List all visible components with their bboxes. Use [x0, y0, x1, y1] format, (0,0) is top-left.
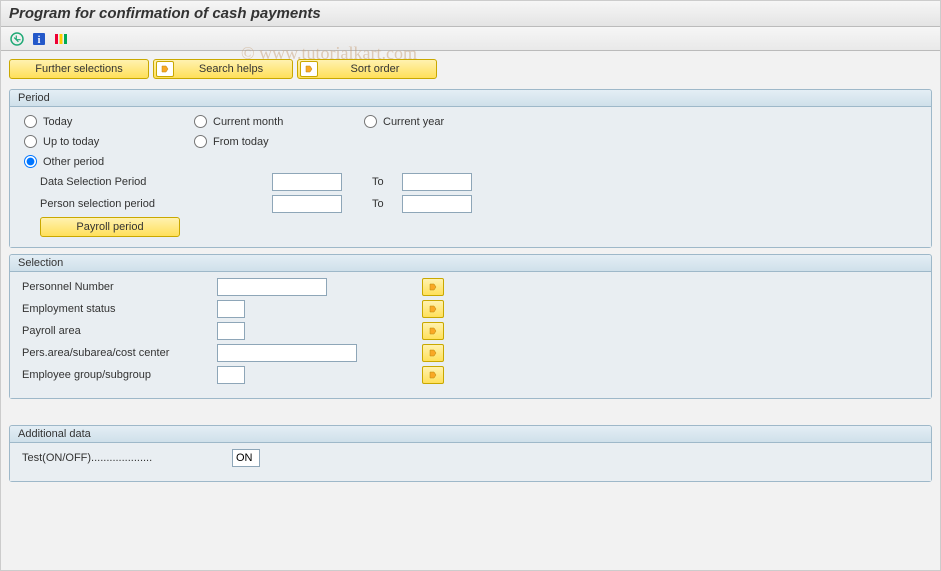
multi-select-button[interactable] — [422, 278, 444, 296]
multi-select-button[interactable] — [422, 322, 444, 340]
period-group: Period Today Current month Current year … — [9, 89, 932, 248]
pers-area-label: Pers.area/subarea/cost center — [22, 347, 217, 359]
app-window: Program for confirmation of cash payment… — [0, 0, 941, 571]
group-header: Period — [10, 90, 931, 107]
to-label: To — [342, 176, 402, 188]
group-header: Additional data — [10, 426, 931, 443]
payroll-area-label: Payroll area — [22, 325, 217, 337]
person-selection-from-input[interactable] — [272, 195, 342, 213]
employment-status-label: Employment status — [22, 303, 217, 315]
svg-text:i: i — [38, 35, 41, 46]
group-body: Test(ON/OFF).................... — [10, 443, 931, 481]
selection-row: Employee group/subgroup — [22, 366, 919, 384]
arrow-right-icon — [300, 61, 318, 77]
radio-label: Other period — [43, 156, 104, 168]
to-label: To — [342, 198, 402, 210]
selection-row: Pers.area/subarea/cost center — [22, 344, 919, 362]
radio-label: Current month — [213, 116, 283, 128]
page-title: Program for confirmation of cash payment… — [9, 5, 321, 22]
payroll-period-button[interactable]: Payroll period — [40, 217, 180, 237]
execute-icon[interactable] — [9, 31, 25, 47]
data-selection-from-input[interactable] — [272, 173, 342, 191]
multi-select-button[interactable] — [422, 344, 444, 362]
toolbar: i — [1, 27, 940, 51]
radio-from-today[interactable]: From today — [192, 133, 269, 150]
data-selection-period-label: Data Selection Period — [22, 176, 272, 188]
info-icon[interactable]: i — [31, 31, 47, 47]
person-selection-to-input[interactable] — [402, 195, 472, 213]
pers-area-input[interactable] — [217, 344, 357, 362]
button-label: Search helps — [199, 63, 263, 75]
title-bar: Program for confirmation of cash payment… — [1, 1, 940, 27]
radio-label: From today — [213, 136, 269, 148]
selection-row: Payroll area — [22, 322, 919, 340]
selection-row: Employment status — [22, 300, 919, 318]
employee-group-label: Employee group/subgroup — [22, 369, 217, 381]
radio-current-month[interactable]: Current month — [192, 113, 283, 130]
button-label: Further selections — [35, 63, 122, 75]
test-value-input[interactable] — [232, 449, 260, 467]
radio-other-period[interactable]: Other period — [22, 153, 104, 170]
button-label: Sort order — [351, 63, 400, 75]
selection-group: Selection Personnel Number Employment st… — [9, 254, 932, 399]
multi-select-button[interactable] — [422, 366, 444, 384]
employment-status-input[interactable] — [217, 300, 245, 318]
further-selections-button[interactable]: Further selections — [9, 59, 149, 79]
variant-icon[interactable] — [53, 31, 69, 47]
multi-select-button[interactable] — [422, 300, 444, 318]
employee-group-input[interactable] — [217, 366, 245, 384]
personnel-number-input[interactable] — [217, 278, 327, 296]
search-helps-button[interactable]: Search helps — [153, 59, 293, 79]
radio-today[interactable]: Today — [22, 113, 72, 130]
radio-label: Up to today — [43, 136, 99, 148]
group-body: Personnel Number Employment status Payro… — [10, 272, 931, 398]
sort-order-button[interactable]: Sort order — [297, 59, 437, 79]
data-selection-to-input[interactable] — [402, 173, 472, 191]
radio-current-year[interactable]: Current year — [362, 113, 444, 130]
selection-row: Personnel Number — [22, 278, 919, 296]
radio-up-to-today[interactable]: Up to today — [22, 133, 99, 150]
arrow-right-icon — [156, 61, 174, 77]
button-label: Payroll period — [76, 221, 143, 233]
additional-data-group: Additional data Test(ON/OFF)............… — [9, 425, 932, 482]
group-header: Selection — [10, 255, 931, 272]
person-selection-period-label: Person selection period — [22, 198, 272, 210]
payroll-area-input[interactable] — [217, 322, 245, 340]
button-bar: Further selections Search helps Sort ord… — [1, 51, 940, 83]
group-body: Today Current month Current year Up to t… — [10, 107, 931, 247]
personnel-number-label: Personnel Number — [22, 281, 217, 293]
radio-label: Today — [43, 116, 72, 128]
test-label: Test(ON/OFF).................... — [22, 452, 232, 464]
radio-label: Current year — [383, 116, 444, 128]
